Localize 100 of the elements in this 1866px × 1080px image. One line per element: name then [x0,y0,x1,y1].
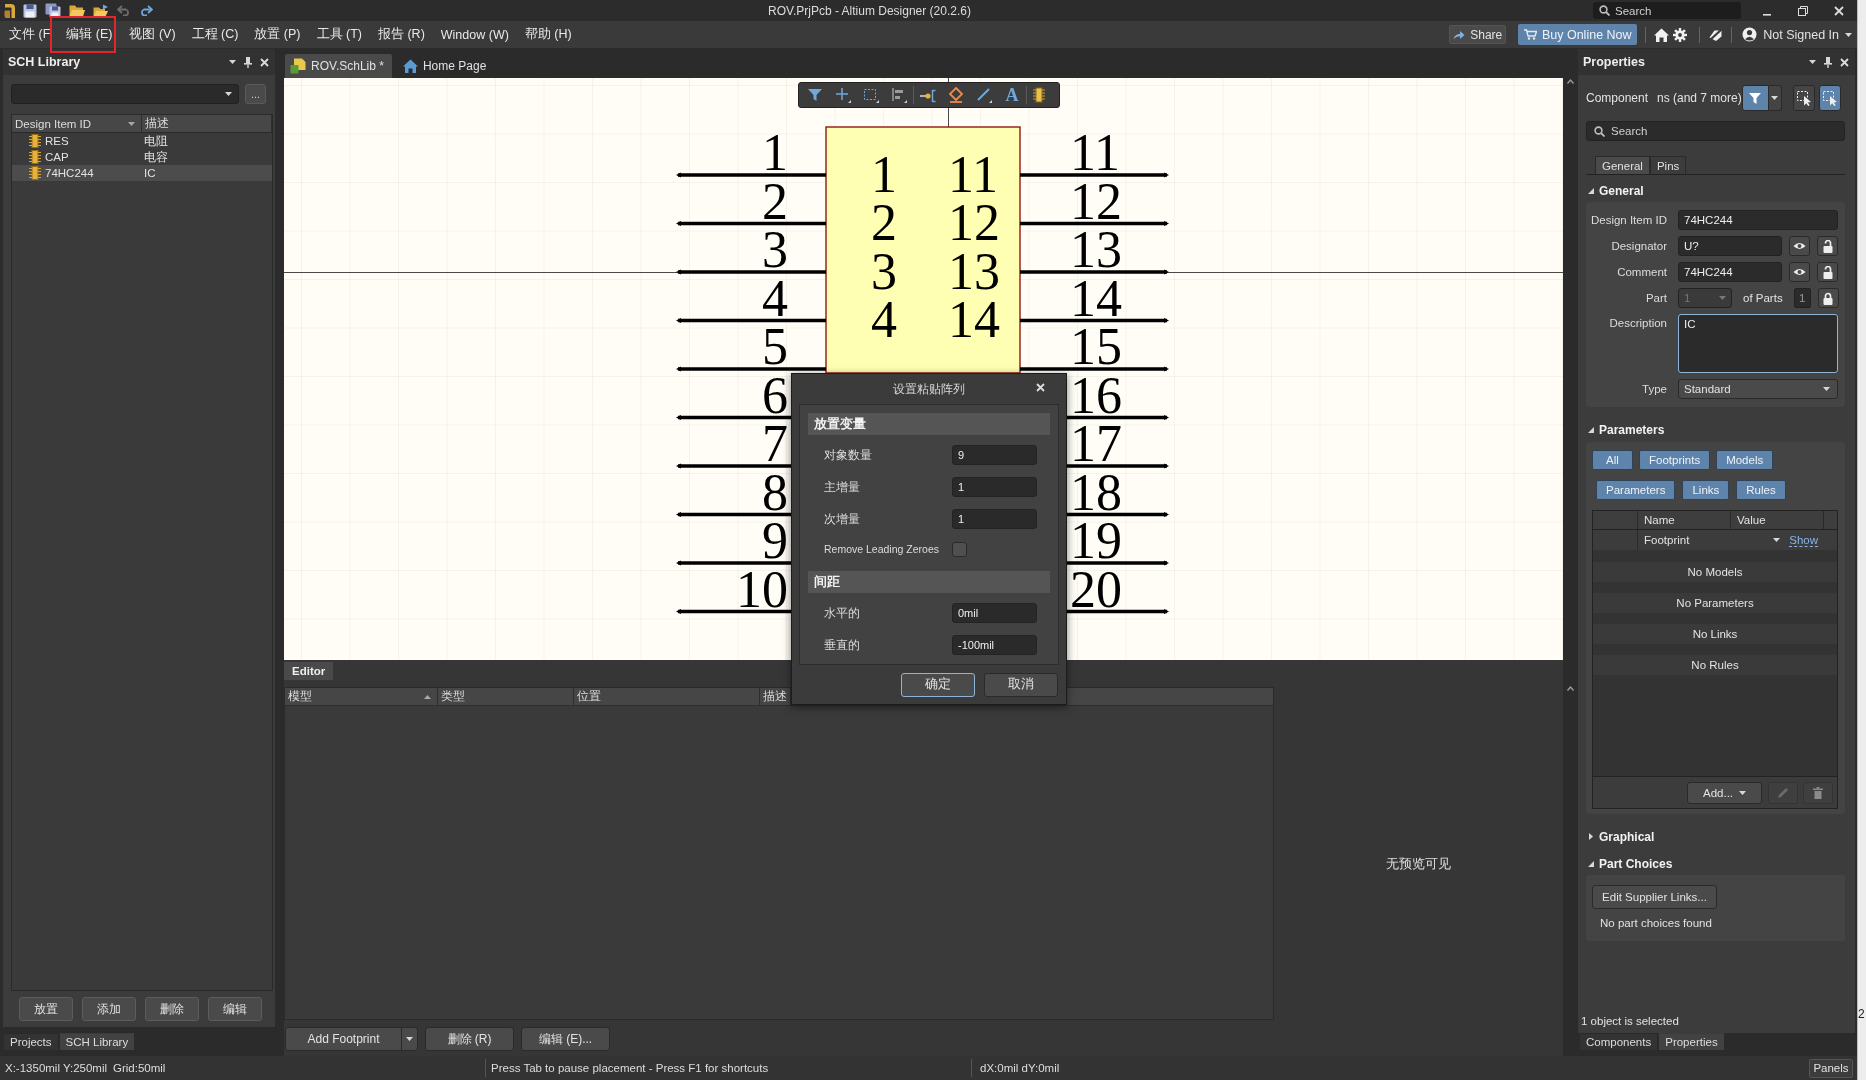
crosshair-icon[interactable] [835,87,851,103]
column-header[interactable]: 描述 [142,115,272,132]
close-icon[interactable] [260,57,269,67]
panel-tab[interactable]: Components [1579,1033,1659,1051]
type-dropdown[interactable]: Standard [1678,379,1838,399]
search-field[interactable]: Search [1586,121,1845,141]
gear-icon[interactable] [1673,27,1688,42]
show-link[interactable]: Show [1789,533,1818,547]
buy-online-button[interactable]: Buy Online Now [1518,24,1638,45]
menu-item[interactable]: 放置 (P) [246,23,309,46]
input-field[interactable]: -100mil [952,635,1037,655]
visibility-button[interactable] [1789,236,1810,256]
filter-toggle[interactable]: Links [1682,480,1730,500]
component-icon[interactable] [1033,87,1045,103]
dialog-button[interactable]: 确定 [901,672,975,697]
description-field[interactable]: IC [1678,314,1838,373]
column-header[interactable]: Design Item ID [12,115,142,132]
panel-tab[interactable]: Projects [3,1033,59,1051]
panel-tab[interactable]: Editor [284,662,334,680]
filter-toggle[interactable]: Rules [1736,480,1786,500]
undo-icon[interactable] [117,5,131,16]
close-icon[interactable] [1840,57,1849,67]
visibility-button[interactable] [1789,262,1810,282]
library-row[interactable]: RES 电阻 [12,133,272,149]
view-tab[interactable]: General [1595,156,1650,174]
editor-button[interactable]: 编辑 (E)... [521,1027,610,1051]
section-header[interactable]: Graphical [1586,829,1655,844]
browse-button[interactable]: ... [245,84,266,104]
dialog-button[interactable]: 取消 [984,672,1058,697]
close-icon[interactable] [1834,5,1844,16]
caret-icon[interactable] [1809,60,1816,64]
panels-button[interactable]: Panels [1809,1058,1853,1078]
delete-button[interactable] [1803,781,1833,804]
filter-toggle[interactable]: Models [1716,450,1774,470]
panel-button[interactable]: 放置 [18,997,73,1021]
dotted-rectangle-icon[interactable] [863,87,879,103]
home-icon[interactable] [1654,27,1670,42]
panel-tab[interactable]: Properties [1658,1033,1725,1051]
text-tool-button[interactable]: A [1004,86,1020,104]
filter-toggle[interactable]: Parameters [1596,480,1676,500]
slashed-icon[interactable] [1708,27,1724,42]
input-field[interactable]: U? [1678,236,1782,256]
pin-icon[interactable] [1824,56,1832,68]
column-header[interactable]: 类型 [438,688,574,705]
menu-item[interactable]: 工程 (C) [183,23,247,46]
library-row[interactable]: 74HC244 IC [12,165,272,181]
selection-mode-button[interactable] [1819,85,1841,111]
account-menu[interactable]: Not Signed In [1740,27,1852,42]
input-field[interactable]: 9 [952,445,1037,465]
panel-button[interactable]: 删除 [144,997,199,1021]
menu-item[interactable]: 帮助 (H) [516,23,580,46]
menu-item[interactable]: Window (W) [432,24,517,45]
input-field[interactable]: 0mil [952,603,1037,623]
pin-icon[interactable] [244,56,252,68]
disclosure-icon[interactable] [1588,860,1594,867]
add-button[interactable]: Add... [1687,781,1762,804]
restore-icon[interactable] [1798,5,1808,16]
checkbox[interactable] [952,541,967,557]
collapse-icon[interactable] [1567,686,1574,691]
input-field[interactable]: 1 [952,477,1037,497]
column-header[interactable]: 模型 [285,688,438,705]
caret-icon[interactable] [1773,538,1781,542]
table-row[interactable]: Footprint Show [1593,530,1837,550]
input-field[interactable]: 74HC244 [1678,210,1838,230]
library-row[interactable]: CAP 电容 [12,149,272,165]
editor-button[interactable]: 删除 (R) [425,1027,514,1051]
add-footprint-button[interactable]: Add Footprint [285,1027,418,1051]
caret-icon[interactable] [229,60,236,64]
input-field[interactable]: 1 [952,509,1037,529]
save-all-icon[interactable] [45,3,61,18]
pin-tool-icon[interactable] [920,87,936,103]
section-header[interactable]: Parameters [1586,422,1665,437]
disclosure-icon[interactable] [1588,426,1594,433]
lock-button[interactable] [1817,262,1838,282]
column-header[interactable]: 位置 [574,688,760,705]
input-field[interactable]: 74HC244 [1678,262,1782,282]
panel-button[interactable]: 编辑 [207,997,262,1021]
open-folder-icon[interactable] [69,4,85,17]
collapse-icon[interactable] [1567,79,1574,84]
filter-toggle[interactable]: All [1592,450,1633,470]
menu-item[interactable]: 报告 (R) [369,23,433,46]
filter-icon[interactable] [807,87,823,103]
search-field[interactable]: Search [1593,2,1741,19]
section-header[interactable]: General [1586,183,1644,198]
edit-supplier-links-button[interactable]: Edit Supplier Links... [1592,885,1717,909]
save-icon[interactable] [23,3,37,18]
menu-item[interactable]: 编辑 (E) [50,16,117,53]
redo-icon[interactable] [139,5,153,16]
section-header[interactable]: Part Choices [1586,856,1673,871]
menu-item[interactable]: 视图 (V) [121,23,184,46]
disclosure-icon[interactable] [1588,187,1594,194]
line-icon[interactable] [976,87,992,103]
view-tab[interactable]: Pins [1649,156,1687,174]
panel-tab[interactable]: SCH Library [58,1033,136,1051]
filter-toggle[interactable]: Footprints [1639,450,1711,470]
disclosure-icon[interactable] [1588,833,1594,840]
selection-mode-button[interactable] [1793,85,1816,111]
document-tab[interactable]: ROV.SchLib * [285,54,392,78]
menu-item[interactable]: 工具 (T) [308,23,370,46]
document-tab[interactable]: Home Page [397,54,495,78]
